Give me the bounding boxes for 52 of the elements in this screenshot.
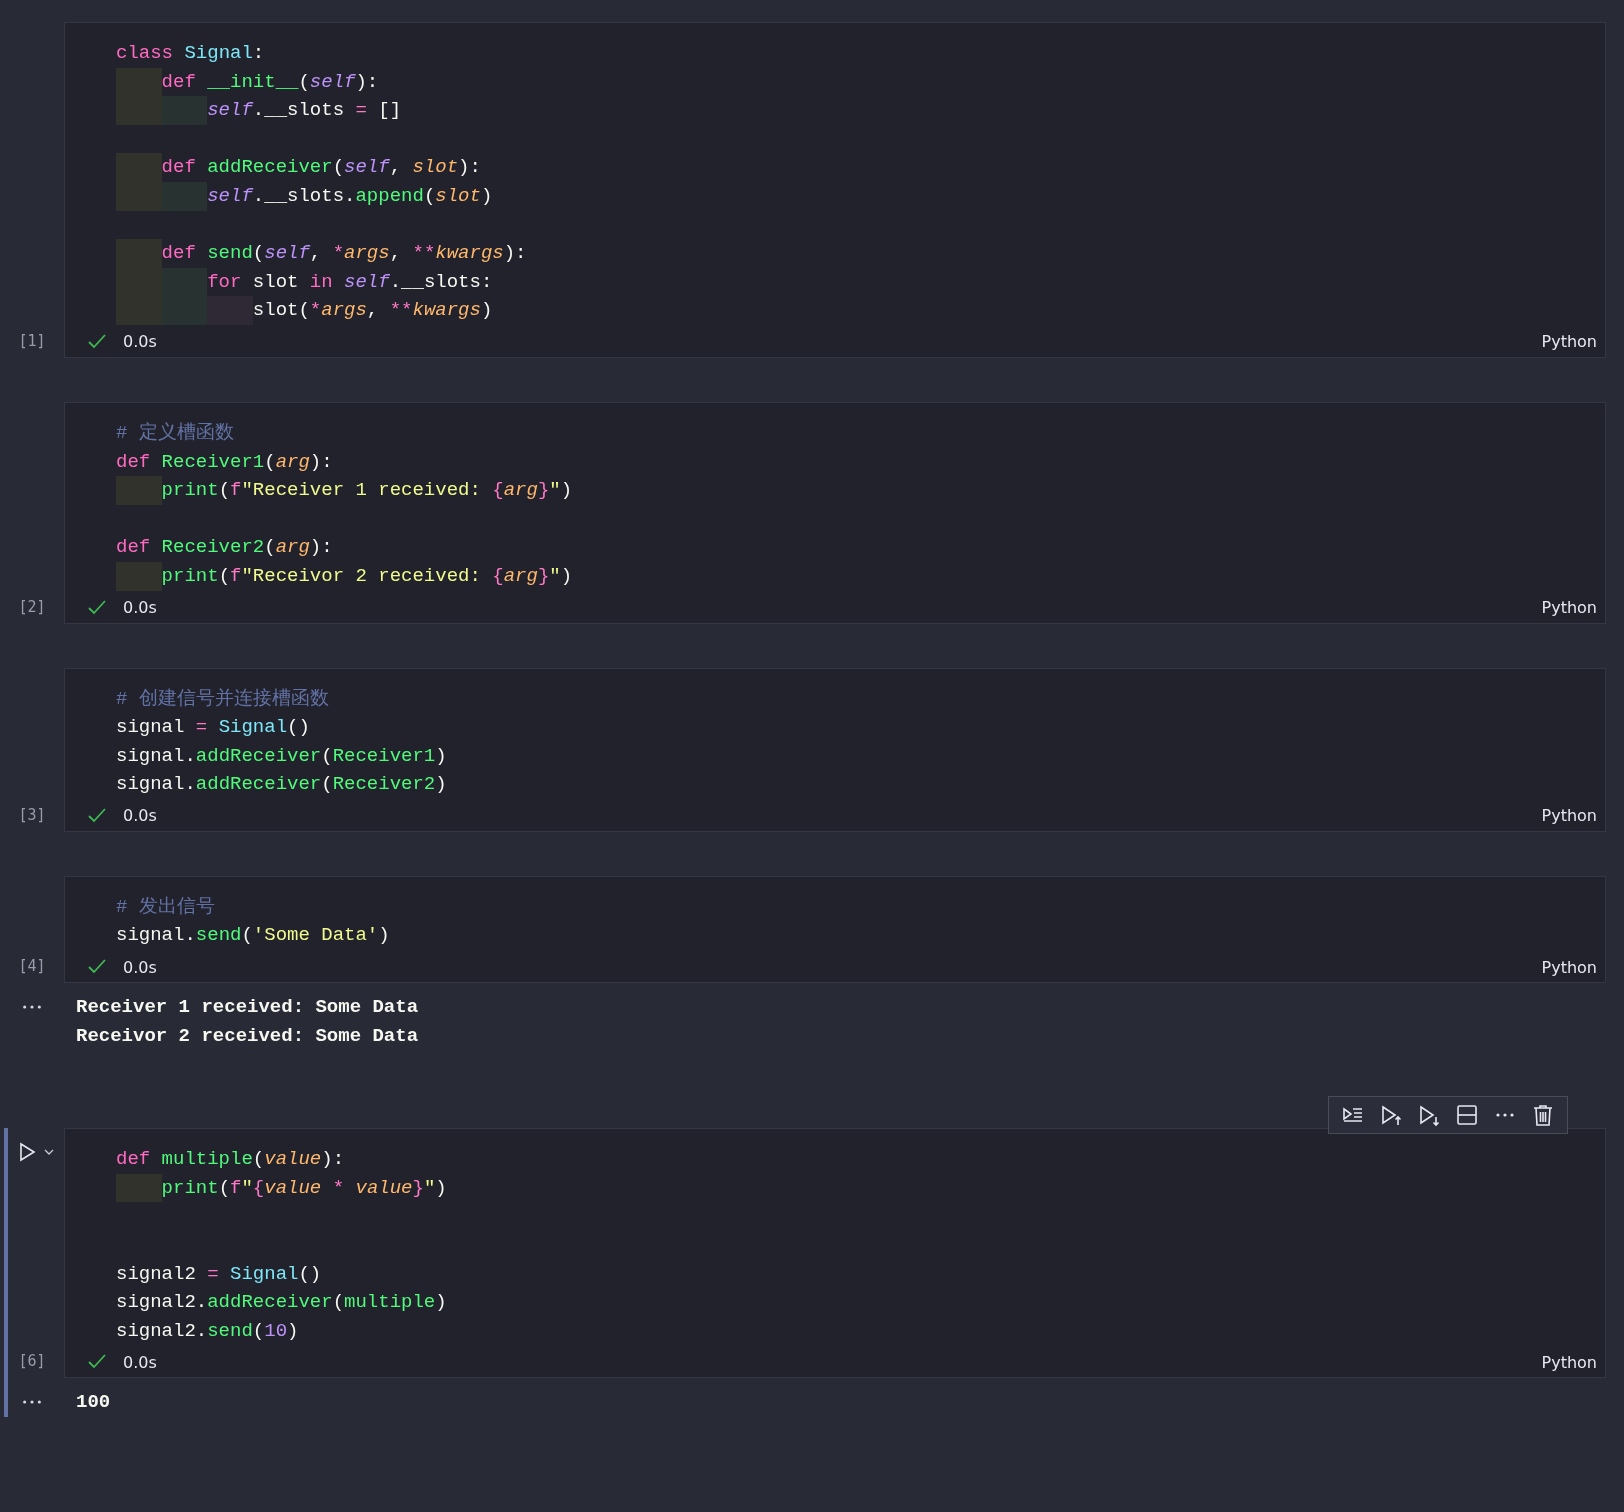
code-line: for slot in self.__slots: [116, 267, 1605, 297]
execution-time: 0.0s [123, 957, 157, 977]
code-line: signal.addReceiver(Receiver2) [116, 772, 448, 798]
language-label[interactable]: Python [1541, 1352, 1597, 1372]
language-label[interactable]: Python [1541, 957, 1597, 977]
code-line: def __init__(self): [116, 67, 1605, 97]
execution-count: [4] [18, 957, 46, 978]
code-line: def send(self, *args, **kwargs): [116, 239, 1605, 268]
code-line: signal2.addReceiver(multiple) [116, 1290, 448, 1316]
code-line: # 定义槽函数 [116, 420, 235, 446]
output-line: 100 [76, 1390, 111, 1416]
language-label[interactable]: Python [1541, 332, 1597, 352]
code-line: signal.addReceiver(Receiver1) [116, 743, 448, 769]
code-line: # 发出信号 [116, 894, 216, 920]
execution-time: 0.0s [123, 332, 157, 352]
execution-time: 0.0s [123, 1352, 157, 1372]
execution-time: 0.0s [123, 598, 157, 617]
code-line: def addReceiver(self, slot): [116, 153, 1605, 182]
code-line: print(f"Receivor 2 received: {arg}") [116, 561, 1605, 591]
code-line: self.__slots.append(slot) [116, 181, 1605, 211]
code-line: signal.send('Some Data') [116, 923, 391, 949]
run-above-icon[interactable] [1379, 1103, 1403, 1128]
code-cell[interactable]: # 定义槽函数 def Receiver1(arg): print(f"Receiver 1 received: {arg}") def Receiver2(arg): print(f"Receivor 2 received: {arg}") 0.0s Python [64, 401, 1606, 624]
language-label[interactable]: Python [1541, 598, 1597, 617]
split-cell-icon[interactable] [1455, 1103, 1479, 1128]
code-cell[interactable]: class Signal: def __init__(self): self.__slots = [] def addReceiver(self, slot): self.__slots.append(slot) def send(self, *args, **kwargs): for slot in self.__slots: slot(*args, **kwargs) 0.0s Python [64, 22, 1606, 358]
code-line: self.__slots = [] [116, 96, 1605, 125]
code-cell[interactable]: # 发出信号 signal.send('Some Data') 0.0s Python [64, 875, 1606, 984]
code-line: def multiple(value): [116, 1147, 346, 1173]
output-line: Receiver 1 received: Some Data [76, 995, 419, 1021]
code-line: print(f"{value * value}") [116, 1173, 1605, 1203]
execution-time: 0.0s [123, 806, 157, 826]
code-line: slot(*args, **kwargs) [116, 296, 1605, 325]
execution-count: [6] [18, 1352, 46, 1373]
language-label[interactable]: Python [1541, 806, 1597, 826]
run-below-icon[interactable] [1417, 1103, 1441, 1128]
code-line: signal2 = Signal() [116, 1261, 323, 1287]
code-line: # 创建信号并连接槽函数 [116, 686, 330, 712]
code-line: signal = Signal() [116, 715, 311, 741]
code-line: signal2.send(10) [116, 1318, 300, 1344]
execution-count: [3] [18, 805, 46, 826]
execution-count: [1] [18, 331, 46, 352]
code-line: def Receiver1(arg): [116, 449, 334, 475]
execution-count: [2] [18, 597, 46, 618]
code-line: print(f"Receiver 1 received: {arg}") [116, 476, 1605, 505]
code-cell[interactable]: def multiple(value): print(f"{value * value}") signal2 = Signal() signal2.addReceiver(multiple) signal2.send(10) 0.0s Python [64, 1128, 1606, 1379]
code-line: def Receiver2(arg): [116, 535, 334, 561]
code-cell[interactable]: # 创建信号并连接槽函数 signal = Signal() signal.addReceiver(Receiver1) signal.addReceiver(Receiver2) 0.0s Python [64, 667, 1606, 832]
output-line: Receivor 2 received: Some Data [76, 1023, 419, 1049]
run-icon[interactable] [17, 1142, 37, 1163]
code-line: class Signal: [116, 41, 266, 66]
delete-icon[interactable] [1531, 1103, 1555, 1128]
